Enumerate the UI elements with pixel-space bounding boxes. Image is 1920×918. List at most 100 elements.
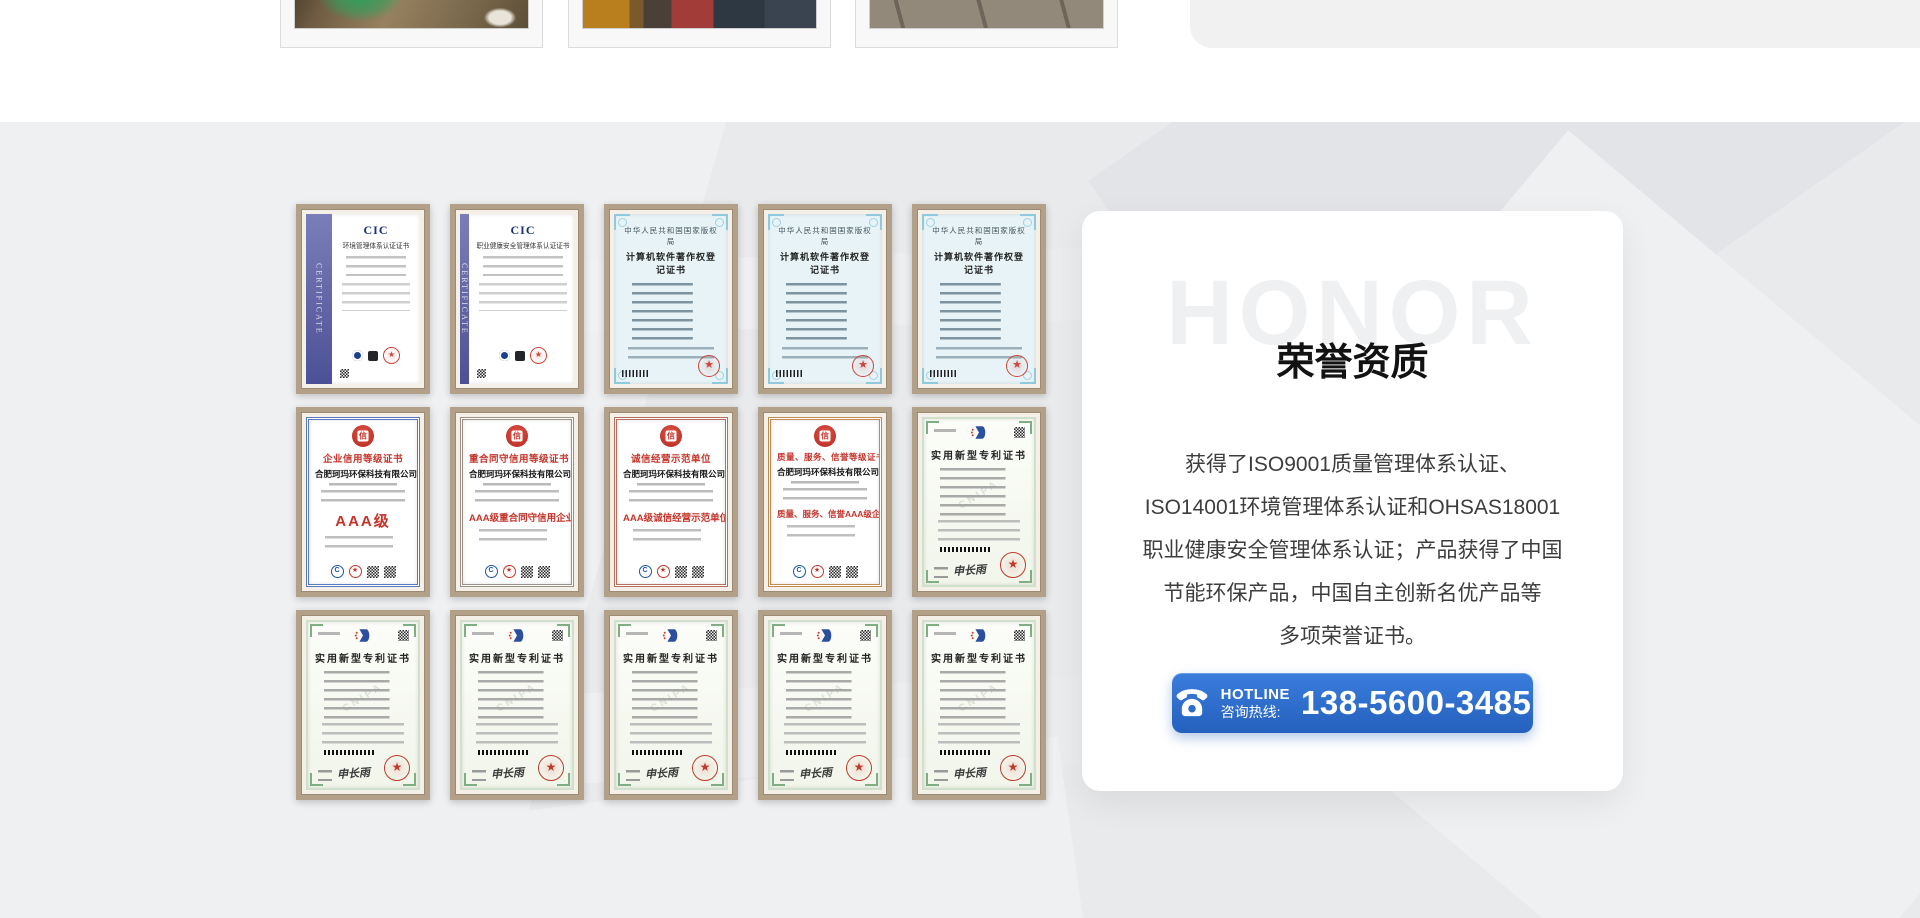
certificate-utility-patent-3[interactable]: CNIPA 实用新型专利证书 申长雨 ★ bbox=[450, 610, 584, 800]
certificate-iso-safety[interactable]: CERTIFICATE CIC 职业健康安全管理体系认证证书 ★ bbox=[450, 204, 584, 394]
barcode-icon bbox=[776, 370, 802, 377]
certificate-software-copyright-1[interactable]: 中华人民共和国国家版权局 计算机软件著作权登记证书 ★ bbox=[604, 204, 738, 394]
signature-label bbox=[934, 770, 948, 781]
certificate-title: 计算机软件著作权登记证书 bbox=[622, 250, 720, 276]
certificate-title: 职业健康安全管理体系认证证书 bbox=[476, 241, 569, 251]
company-name: 合肥珂玛环保科技有限公司 bbox=[315, 468, 411, 480]
certificate-body-text bbox=[342, 283, 410, 311]
certificate-fields bbox=[632, 283, 710, 345]
signature: 申长雨 bbox=[798, 764, 832, 782]
signature-label bbox=[318, 770, 332, 781]
cnipa-logo-icon bbox=[970, 628, 988, 648]
certificate-number bbox=[934, 632, 956, 635]
red-seal-icon: ★ bbox=[1000, 552, 1026, 578]
certificate-title: 重合同守信用等级证书 bbox=[469, 451, 565, 465]
certificate-contract-trustworthy[interactable]: 信 重合同守信用等级证书 合肥珂玛环保科技有限公司 AAA级重合同守信用企业 C… bbox=[450, 407, 584, 597]
honor-card: HONOR 荣誉资质 获得了ISO9001质量管理体系认证、 ISO14001环… bbox=[1082, 211, 1623, 791]
hotline-button[interactable]: HOTLINE 咨询热线: 138-5600-3485 bbox=[1172, 673, 1533, 733]
cic-logo-text: CIC bbox=[337, 223, 415, 238]
signature-label bbox=[626, 770, 640, 781]
certificate-utility-patent-4[interactable]: CNIPA 实用新型专利证书 申长雨 ★ bbox=[604, 610, 738, 800]
certificate-subtext bbox=[329, 483, 397, 486]
certificate-utility-patent-6[interactable]: CNIPA 实用新型专利证书 申长雨 ★ bbox=[912, 610, 1046, 800]
construction-equipment-photo bbox=[582, 0, 817, 29]
certificate-body-text bbox=[784, 723, 866, 747]
section-title: 荣誉资质 bbox=[1082, 331, 1623, 386]
certificate-fields bbox=[787, 525, 855, 538]
certificate-title: 实用新型专利证书 bbox=[930, 447, 1028, 462]
corner-flourish-icon bbox=[1020, 214, 1036, 230]
certificate-title: 计算机软件著作权登记证书 bbox=[930, 250, 1028, 276]
red-seal-icon: ★ bbox=[383, 347, 400, 364]
red-star-seal-icon: ★ bbox=[852, 355, 874, 377]
description-line: 获得了ISO9001质量管理体系认证、 bbox=[1110, 443, 1595, 486]
green-corner-icon bbox=[926, 624, 939, 637]
certificate-utility-patent-2[interactable]: CNIPA 实用新型专利证书 申长雨 ★ bbox=[296, 610, 430, 800]
case-photo-card-3[interactable] bbox=[855, 0, 1118, 48]
cnipa-logo-icon bbox=[970, 425, 988, 445]
red-ribbon-seal-icon: 信 bbox=[814, 425, 836, 447]
signature-label bbox=[780, 770, 794, 781]
phone-icon bbox=[1174, 687, 1210, 719]
certificate-subtext bbox=[637, 483, 705, 486]
certificate-utility-patent-1[interactable]: CNIPA 实用新型专利证书 申长雨 ★ bbox=[912, 407, 1046, 597]
certificate-fields bbox=[633, 529, 701, 542]
corner-flourish-icon bbox=[712, 214, 728, 230]
certificate-fields bbox=[940, 283, 1018, 345]
green-corner-icon bbox=[310, 624, 323, 637]
red-seal-icon: ★ bbox=[530, 347, 547, 364]
signature-label bbox=[472, 770, 486, 781]
red-star-badge-icon: ★ bbox=[657, 565, 670, 578]
certificate-subtext bbox=[791, 481, 859, 484]
certificate-title: 质量、服务、信誉等级证书 bbox=[777, 451, 873, 463]
certificate-software-copyright-2[interactable]: 中华人民共和国国家版权局 计算机软件著作权登记证书 ★ bbox=[758, 204, 892, 394]
certificate-body-text bbox=[475, 490, 559, 505]
qr-code-icon bbox=[1014, 427, 1025, 438]
cnipa-logo-icon bbox=[508, 628, 526, 648]
certificate-authority: 中华人民共和国国家版权局 bbox=[930, 225, 1028, 247]
credit-grade: 质量、服务、信誉AAA级企业 bbox=[777, 508, 873, 520]
signature: 申长雨 bbox=[952, 764, 986, 782]
hotline-label-zh: 咨询热线: bbox=[1221, 704, 1281, 721]
certificate-subtext bbox=[483, 483, 551, 486]
certificate-body-text bbox=[479, 283, 567, 311]
qr-code-icon bbox=[846, 566, 858, 578]
certificate-iso-environment[interactable]: CERTIFICATE CIC 环境管理体系认证证书 ★ bbox=[296, 204, 430, 394]
green-corner-icon bbox=[926, 421, 939, 434]
case-photo-card-1[interactable] bbox=[280, 0, 543, 48]
certificate-title: 实用新型专利证书 bbox=[314, 650, 412, 665]
certificate-integrity-demo-unit[interactable]: 信 诚信经营示范单位 合肥珂玛环保科技有限公司 AAA级诚信经营示范单位 C ★ bbox=[604, 407, 738, 597]
cnipa-logo-icon bbox=[816, 628, 834, 648]
certificate-body-text bbox=[630, 723, 712, 747]
certificate-body-text bbox=[346, 256, 406, 276]
credit-grade: AAA级重合同守信用企业 bbox=[469, 510, 565, 524]
signature: 申长雨 bbox=[336, 764, 370, 782]
certificate-body-text bbox=[938, 520, 1020, 544]
cic-logo-text: CIC bbox=[474, 223, 572, 238]
qr-code-icon bbox=[384, 566, 396, 578]
seal-character: 信 bbox=[820, 431, 831, 442]
certificate-side-band: CERTIFICATE bbox=[460, 214, 469, 384]
barcode-icon bbox=[930, 370, 956, 377]
certificate-title: 环境管理体系认证证书 bbox=[339, 241, 413, 251]
case-photo-card-2[interactable] bbox=[568, 0, 831, 48]
certificate-quality-service-reputation[interactable]: 信 质量、服务、信誉等级证书 合肥珂玛环保科技有限公司 质量、服务、信誉AAA级… bbox=[758, 407, 892, 597]
certificate-utility-patent-5[interactable]: CNIPA 实用新型专利证书 申长雨 ★ bbox=[758, 610, 892, 800]
certificate-software-copyright-3[interactable]: 中华人民共和国国家版权局 计算机软件著作权登记证书 ★ bbox=[912, 204, 1046, 394]
signature: 申长雨 bbox=[644, 764, 678, 782]
certificate-enterprise-credit[interactable]: 信 企业信用等级证书 合肥珂玛环保科技有限公司 AAA级 C ★ bbox=[296, 407, 430, 597]
certificate-fields bbox=[786, 283, 864, 345]
blue-emblem-icon: C bbox=[639, 565, 652, 578]
red-seal-icon: ★ bbox=[384, 755, 410, 781]
barcode-icon bbox=[622, 370, 648, 377]
qr-code-icon bbox=[398, 630, 409, 641]
hotline-label-en: HOTLINE bbox=[1221, 686, 1290, 704]
qr-code-icon bbox=[552, 630, 563, 641]
blue-emblem-icon: C bbox=[793, 565, 806, 578]
certificate-side-band: CERTIFICATE bbox=[306, 214, 332, 384]
qr-code-icon bbox=[675, 566, 687, 578]
green-corner-icon bbox=[464, 624, 477, 637]
red-star-badge-icon: ★ bbox=[503, 565, 516, 578]
description-line: ISO14001环境管理体系认证和OHSAS18001 bbox=[1110, 486, 1595, 529]
certificate-body-text bbox=[938, 723, 1020, 747]
